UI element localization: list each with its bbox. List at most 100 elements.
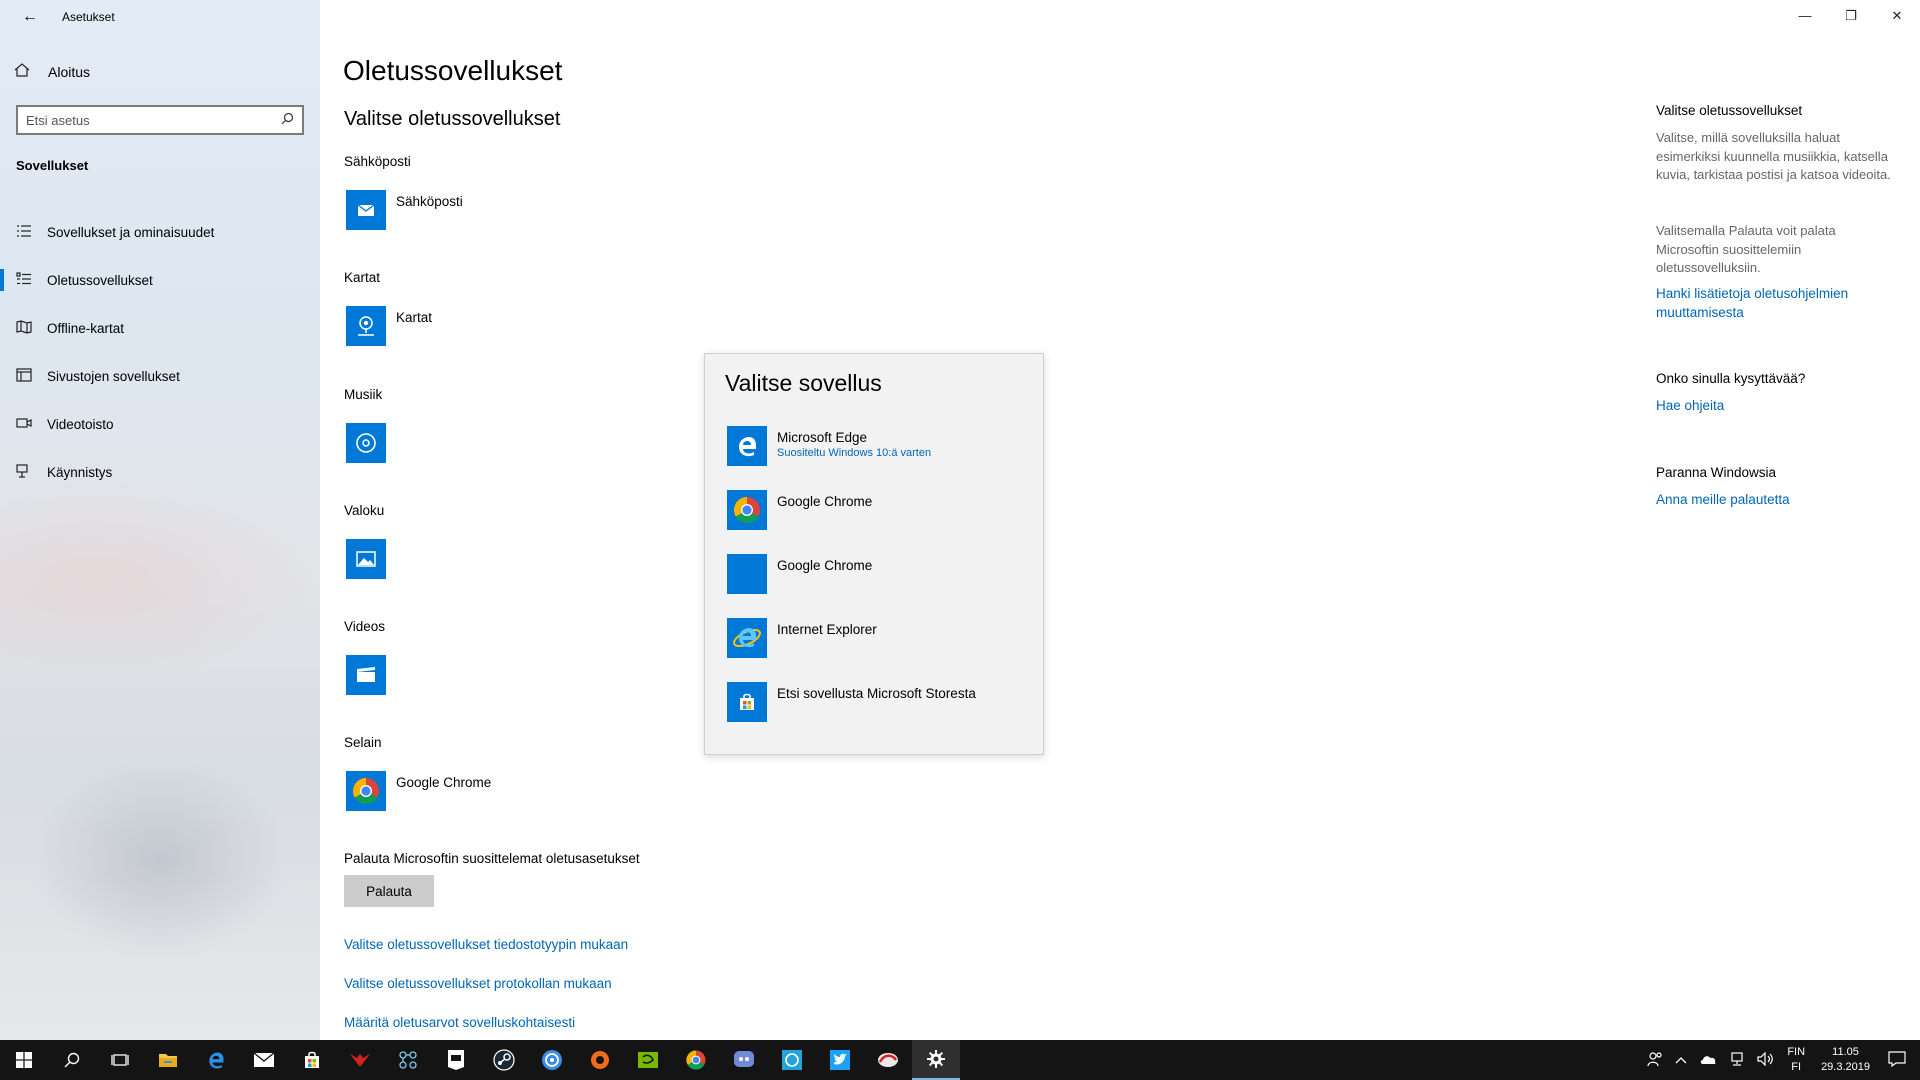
film-icon — [357, 667, 375, 682]
feedback-link[interactable]: Anna meille palautetta — [1656, 491, 1896, 510]
category-label-photos: Valoku — [344, 503, 385, 518]
sidebar-item-label: Sivustojen sovellukset — [47, 368, 180, 384]
search-input[interactable]: Etsi asetus — [16, 105, 304, 135]
help-heading: Valitse oletussovellukset — [1656, 103, 1803, 118]
red-app-icon[interactable] — [864, 1040, 912, 1080]
reset-button[interactable]: Palauta — [344, 875, 434, 907]
browser-app-name[interactable]: Google Chrome — [396, 775, 491, 790]
category-label-music: Musiik — [344, 387, 383, 402]
sidebar-item-label: Sovellukset ja ominaisuudet — [47, 224, 215, 240]
sidebar-item-default-apps[interactable]: Oletussovellukset — [0, 256, 320, 304]
link-by-protocol[interactable]: Valitse oletussovellukset protokollan mu… — [344, 976, 612, 991]
sidebar-item-home[interactable]: Aloitus — [14, 62, 90, 81]
help-text: Valitsemalla Palauta voit palata Microso… — [1656, 223, 1836, 275]
close-icon[interactable]: ✕ — [1874, 0, 1920, 32]
mail-icon[interactable] — [240, 1040, 288, 1080]
chrome-icon[interactable] — [672, 1040, 720, 1080]
questions-heading: Onko sinulla kysyttävää? — [1656, 371, 1806, 386]
start-windows-icon[interactable] — [0, 1040, 48, 1080]
internet-explorer-icon — [727, 618, 767, 658]
category-label-video: Videos — [344, 619, 386, 634]
uplay-icon[interactable] — [528, 1040, 576, 1080]
store-icon — [727, 682, 767, 722]
flyout-item-store[interactable]: Etsi sovellusta Microsoft Storesta — [727, 682, 1027, 726]
chrome-icon — [727, 490, 767, 530]
search-icon[interactable] — [281, 112, 294, 128]
main-content: — ❐ ✕ Oletussovellukset Valitse oletusso… — [320, 0, 1920, 1040]
volume-icon[interactable] — [1757, 1051, 1775, 1069]
page-title: Oletussovellukset — [343, 55, 563, 86]
photos-app-tile[interactable] — [346, 539, 386, 579]
maps-app-tile[interactable] — [346, 306, 386, 346]
flyout-item-edge[interactable]: Microsoft Edge Suositeltu Windows 10:ä v… — [727, 426, 1027, 470]
email-app-name[interactable]: Sähköposti — [396, 194, 463, 209]
sidebar-item-startup[interactable]: Käynnistys — [0, 448, 320, 496]
edge-icon[interactable] — [192, 1040, 240, 1080]
flyout-item-chrome-2[interactable]: Google Chrome — [727, 554, 1027, 598]
music-icon — [356, 433, 376, 453]
help-text: Valitse, millä sovelluksilla haluat esim… — [1656, 130, 1891, 182]
steam-icon[interactable] — [480, 1040, 528, 1080]
language-code: FIN — [1787, 1046, 1806, 1058]
list-icon — [14, 224, 34, 241]
onedrive-icon[interactable] — [1699, 1053, 1717, 1068]
system-tray: FIN FI 11.05 29.3.2019 — [1641, 1040, 1920, 1080]
language-indicator[interactable]: FIN FI — [1787, 1045, 1805, 1075]
music-app-tile[interactable] — [346, 423, 386, 463]
sidebar-item-apps-features[interactable]: Sovellukset ja ominaisuudet — [0, 208, 320, 256]
flyout-item-name: Google Chrome — [777, 494, 873, 509]
twitter-icon[interactable] — [816, 1040, 864, 1080]
clock-date: 29.3.2019 — [1821, 1061, 1870, 1073]
clock-time: 11.05 — [1832, 1046, 1859, 1058]
section-title: Sovellukset — [16, 158, 89, 173]
browser-app-tile[interactable] — [346, 771, 386, 811]
flyout-item-name: Etsi sovellusta Microsoft Storesta — [777, 686, 976, 701]
photos-icon — [356, 551, 376, 567]
nvidia-icon[interactable] — [624, 1040, 672, 1080]
flyout-item-chrome[interactable]: Google Chrome — [727, 490, 1027, 534]
origin-icon[interactable] — [576, 1040, 624, 1080]
sidebar-item-label: Offline-kartat — [47, 320, 125, 336]
gaming-app-icon[interactable] — [336, 1040, 384, 1080]
sidebar: ← Asetukset Aloitus Etsi asetus Sovelluk… — [0, 0, 320, 1040]
settings-gear-icon[interactable] — [912, 1040, 960, 1080]
window-controls: — ❐ ✕ — [1782, 0, 1920, 32]
network-app-icon[interactable] — [384, 1040, 432, 1080]
keyboard-code: FI — [1791, 1061, 1802, 1073]
get-help-link[interactable]: Hae ohjeita — [1656, 397, 1896, 416]
taskbar: FIN FI 11.05 29.3.2019 — [0, 1040, 1920, 1080]
epic-games-icon[interactable] — [432, 1040, 480, 1080]
store-icon[interactable] — [288, 1040, 336, 1080]
sidebar-item-video-playback[interactable]: Videotoisto — [0, 400, 320, 448]
people-icon[interactable] — [1647, 1051, 1663, 1070]
action-center-icon[interactable] — [1888, 1050, 1906, 1070]
sidebar-item-web-apps[interactable]: Sivustojen sovellukset — [0, 352, 320, 400]
sidebar-item-offline-maps[interactable]: Offline-kartat — [0, 304, 320, 352]
flyout-item-ie[interactable]: Internet Explorer — [727, 618, 1027, 662]
flyout-item-name: Internet Explorer — [777, 622, 877, 637]
network-icon[interactable] — [1729, 1051, 1745, 1069]
clock[interactable]: 11.05 29.3.2019 — [1821, 1045, 1870, 1075]
file-explorer-icon[interactable] — [144, 1040, 192, 1080]
minimize-icon[interactable]: — — [1782, 0, 1828, 32]
restore-icon[interactable]: ❐ — [1828, 0, 1874, 32]
maps-app-name[interactable]: Kartat — [396, 310, 432, 325]
startup-icon — [14, 463, 34, 481]
search-icon[interactable] — [48, 1040, 96, 1080]
background-blur — [30, 760, 290, 960]
default-apps-icon — [14, 271, 34, 289]
chevron-up-icon[interactable] — [1675, 1053, 1687, 1067]
learn-more-link[interactable]: Hanki lisätietoja oletusohjelmien muutta… — [1656, 285, 1896, 322]
window-title: Asetukset — [62, 10, 115, 24]
link-by-app[interactable]: Määritä oletusarvot sovelluskohtaisesti — [344, 1015, 575, 1030]
back-arrow-icon[interactable]: ← — [14, 6, 46, 28]
task-view-icon[interactable] — [96, 1040, 144, 1080]
email-app-tile[interactable] — [346, 190, 386, 230]
home-icon — [14, 62, 34, 81]
link-by-file-type[interactable]: Valitse oletussovellukset tiedostotyypin… — [344, 937, 628, 952]
discord-icon[interactable] — [720, 1040, 768, 1080]
whatsapp-icon[interactable] — [768, 1040, 816, 1080]
video-app-tile[interactable] — [346, 655, 386, 695]
choose-app-flyout: Valitse sovellus Microsoft Edge Suositel… — [704, 353, 1044, 755]
search-placeholder: Etsi asetus — [26, 112, 90, 128]
